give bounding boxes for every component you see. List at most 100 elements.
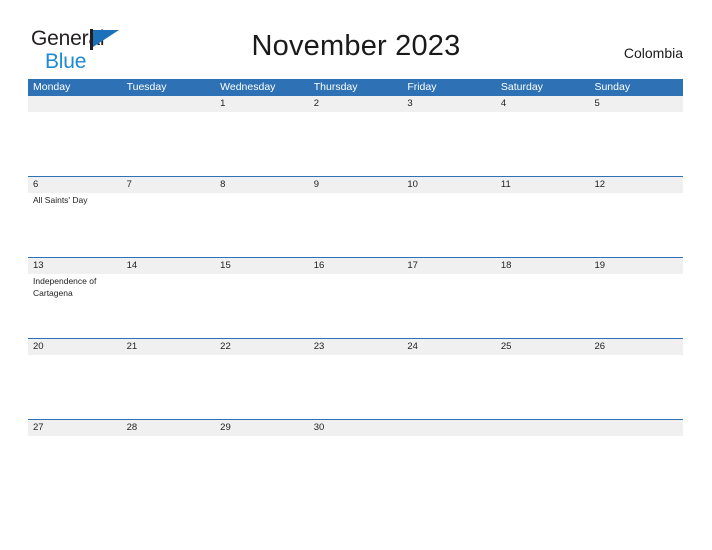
calendar-week-date-band: 20 21 22 23 24 25 26 bbox=[28, 339, 683, 355]
day-number[interactable]: 22 bbox=[215, 339, 309, 355]
day-number[interactable]: 30 bbox=[309, 420, 403, 436]
day-number-empty bbox=[402, 420, 496, 436]
day-cell[interactable] bbox=[215, 112, 309, 176]
page-title: November 2023 bbox=[251, 30, 461, 62]
calendar-week-row: 12345 bbox=[28, 96, 683, 176]
calendar-week-row: 27 28 29 30 bbox=[28, 419, 683, 500]
day-cell[interactable] bbox=[402, 193, 496, 257]
calendar-week-row: 20 21 22 23 24 25 26 bbox=[28, 338, 683, 419]
day-cell[interactable] bbox=[589, 355, 683, 419]
day-number[interactable]: 19 bbox=[589, 258, 683, 274]
day-cell[interactable] bbox=[215, 274, 309, 338]
day-number[interactable]: 11 bbox=[496, 177, 590, 193]
day-cell[interactable] bbox=[122, 274, 216, 338]
day-cell[interactable] bbox=[402, 112, 496, 176]
calendar-week-body: All Saints' Day bbox=[28, 193, 683, 257]
calendar-week-date-band: 12345 bbox=[28, 96, 683, 112]
day-cell[interactable] bbox=[215, 355, 309, 419]
day-number-empty bbox=[496, 420, 590, 436]
day-cell[interactable] bbox=[309, 274, 403, 338]
day-number[interactable]: 25 bbox=[496, 339, 590, 355]
day-cell[interactable] bbox=[122, 436, 216, 500]
day-cell[interactable] bbox=[402, 355, 496, 419]
day-number[interactable]: 9 bbox=[309, 177, 403, 193]
day-cell[interactable] bbox=[496, 112, 590, 176]
day-cell[interactable] bbox=[589, 193, 683, 257]
day-cell[interactable] bbox=[215, 193, 309, 257]
day-number[interactable]: 16 bbox=[309, 258, 403, 274]
day-number[interactable]: 24 bbox=[402, 339, 496, 355]
day-cell[interactable] bbox=[496, 355, 590, 419]
day-cell[interactable] bbox=[309, 112, 403, 176]
day-cell-empty bbox=[589, 436, 683, 500]
calendar-week-row: 6 7 8 9 10 11 12 All Saints' Day bbox=[28, 176, 683, 257]
weekday-header-thursday: Thursday bbox=[313, 81, 358, 93]
weekday-header-tuesday: Tuesday bbox=[126, 81, 167, 93]
day-cell[interactable] bbox=[122, 193, 216, 257]
day-cell[interactable] bbox=[496, 274, 590, 338]
day-number-empty bbox=[122, 96, 216, 112]
day-cell[interactable] bbox=[122, 355, 216, 419]
day-cell[interactable] bbox=[215, 436, 309, 500]
day-cell-empty bbox=[122, 112, 216, 176]
calendar-week-body bbox=[28, 436, 683, 500]
day-cell[interactable]: Independence of Cartagena bbox=[28, 274, 122, 338]
day-number[interactable]: 3 bbox=[402, 96, 496, 112]
day-number[interactable]: 8 bbox=[215, 177, 309, 193]
holiday-event-label: Independence of Cartagena bbox=[33, 276, 97, 298]
calendar-week-date-band: 27 28 29 30 bbox=[28, 420, 683, 436]
day-number[interactable]: 5 bbox=[589, 96, 683, 112]
day-cell[interactable]: All Saints' Day bbox=[28, 193, 122, 257]
day-cell[interactable] bbox=[402, 274, 496, 338]
weekday-header-saturday: Saturday bbox=[500, 81, 543, 93]
day-cell[interactable] bbox=[589, 274, 683, 338]
weekday-header-friday: Friday bbox=[407, 81, 437, 93]
day-number[interactable]: 6 bbox=[28, 177, 122, 193]
day-number[interactable]: 17 bbox=[402, 258, 496, 274]
page-header: General Blue November 2023 Colombia bbox=[0, 0, 712, 72]
day-number[interactable]: 28 bbox=[122, 420, 216, 436]
calendar-weekday-header-row: Monday Tuesday Wednesday Thursday Friday… bbox=[28, 79, 683, 96]
day-cell[interactable] bbox=[309, 436, 403, 500]
day-cell-empty bbox=[28, 112, 122, 176]
holiday-event-label: All Saints' Day bbox=[33, 195, 88, 205]
day-cell[interactable] bbox=[496, 193, 590, 257]
day-number[interactable]: 21 bbox=[122, 339, 216, 355]
day-cell[interactable] bbox=[309, 355, 403, 419]
calendar-week-row: 13 14 15 16 17 18 19 Independence of Cartagena bbox=[28, 257, 683, 338]
calendar-week-body bbox=[28, 112, 683, 176]
day-cell[interactable] bbox=[28, 436, 122, 500]
day-number[interactable]: 23 bbox=[309, 339, 403, 355]
day-number[interactable]: 13 bbox=[28, 258, 122, 274]
day-number[interactable]: 29 bbox=[215, 420, 309, 436]
day-number[interactable]: 2 bbox=[309, 96, 403, 112]
day-number[interactable]: 4 bbox=[496, 96, 590, 112]
calendar-table: Monday Tuesday Wednesday Thursday Friday… bbox=[28, 79, 683, 500]
weekday-header-monday: Monday bbox=[33, 81, 71, 93]
day-number[interactable]: 20 bbox=[28, 339, 122, 355]
day-number-empty bbox=[589, 420, 683, 436]
country-label: Colombia bbox=[623, 45, 683, 61]
day-number[interactable]: 14 bbox=[122, 258, 216, 274]
day-number[interactable]: 7 bbox=[122, 177, 216, 193]
day-number[interactable]: 18 bbox=[496, 258, 590, 274]
calendar-week-date-band: 6 7 8 9 10 11 12 bbox=[28, 177, 683, 193]
day-cell-empty bbox=[496, 436, 590, 500]
day-cell[interactable] bbox=[309, 193, 403, 257]
day-number[interactable]: 15 bbox=[215, 258, 309, 274]
day-number[interactable]: 26 bbox=[589, 339, 683, 355]
day-number[interactable]: 12 bbox=[589, 177, 683, 193]
calendar-week-date-band: 13 14 15 16 17 18 19 bbox=[28, 258, 683, 274]
day-cell[interactable] bbox=[589, 112, 683, 176]
weekday-header-sunday: Sunday bbox=[594, 81, 631, 93]
day-number[interactable]: 1 bbox=[215, 96, 309, 112]
day-cell-empty bbox=[402, 436, 496, 500]
weekday-header-wednesday: Wednesday bbox=[220, 81, 276, 93]
calendar-weeks: 1 2 3 4 5 6 7 8 9 10 11 12 All Saints' Day 13 14 15 16 17… bbox=[28, 96, 683, 500]
calendar-week-body: Independence of Cartagena bbox=[28, 274, 683, 338]
calendar-week-body bbox=[28, 355, 683, 419]
day-number[interactable]: 10 bbox=[402, 177, 496, 193]
day-number[interactable]: 27 bbox=[28, 420, 122, 436]
day-cell[interactable] bbox=[28, 355, 122, 419]
day-number-empty bbox=[28, 96, 122, 112]
